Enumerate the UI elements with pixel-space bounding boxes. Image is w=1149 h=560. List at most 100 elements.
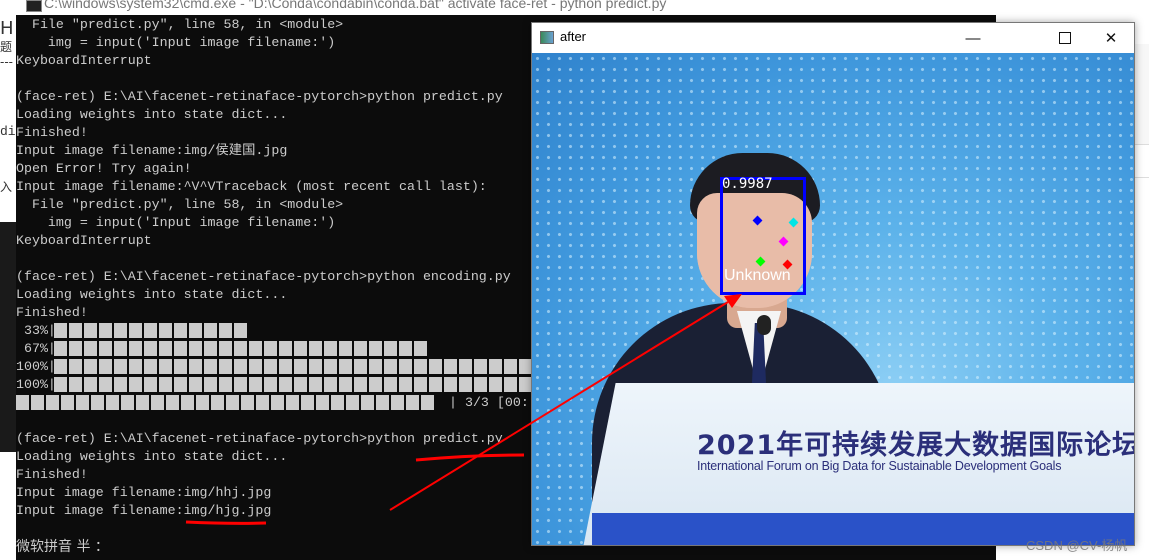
progress-block <box>339 341 352 356</box>
progress-block <box>69 323 82 338</box>
progress-block <box>136 395 149 410</box>
progress-block <box>99 323 112 338</box>
ime-status[interactable]: 微软拼音 半 ： <box>16 538 109 556</box>
progress-block <box>99 377 112 392</box>
podium-title-en: International Forum on Big Data for Sust… <box>697 459 1062 473</box>
cmd-title-bar[interactable]: C:\windows\system32\cmd.exe - "D:\Conda\… <box>16 0 996 16</box>
progress-block <box>414 341 427 356</box>
progress-block <box>234 377 247 392</box>
progress-block <box>189 377 202 392</box>
progress-block <box>354 377 367 392</box>
progress-block <box>474 377 487 392</box>
background-fragment: --- <box>0 55 13 69</box>
progress-block <box>204 323 217 338</box>
progress-block <box>69 359 82 374</box>
progress-block <box>219 323 232 338</box>
progress-block <box>391 395 404 410</box>
progress-block <box>84 323 97 338</box>
progress-block <box>369 377 382 392</box>
console-line: File "predict.py", line 58, in <module> <box>16 17 344 32</box>
progress-block <box>174 341 187 356</box>
progress-block <box>264 341 277 356</box>
progress-block <box>354 359 367 374</box>
progress-block <box>219 341 232 356</box>
console-line: KeyboardInterrupt <box>16 233 152 248</box>
progress-block <box>279 341 292 356</box>
progress-block <box>114 323 127 338</box>
maximize-button[interactable] <box>1042 23 1088 53</box>
cmd-icon <box>26 0 42 12</box>
image-window-title-bar[interactable]: after — ✕ <box>532 23 1134 53</box>
progress-block <box>159 323 172 338</box>
progress-block <box>166 395 179 410</box>
progress-block <box>189 323 202 338</box>
progress-block <box>181 395 194 410</box>
progress-block <box>504 359 517 374</box>
progress-bar <box>54 341 427 356</box>
progress-block <box>54 323 67 338</box>
console-line: Finished! <box>16 125 88 140</box>
progress-block <box>309 359 322 374</box>
progress-block <box>384 341 397 356</box>
total-progress-bar <box>16 395 434 410</box>
progress-block <box>399 359 412 374</box>
console-line: Loading weights into state dict... <box>16 449 288 464</box>
progress-block <box>114 359 127 374</box>
progress-label: 67%| <box>16 341 56 356</box>
progress-block <box>144 359 157 374</box>
progress-block <box>324 341 337 356</box>
console-line: img = input('Input image filename:') <box>16 215 336 230</box>
progress-block <box>354 341 367 356</box>
total-progress-text: | 3/3 [00: <box>449 395 529 410</box>
maximize-icon <box>1059 32 1071 44</box>
progress-block <box>159 377 172 392</box>
background-fragment: 入 <box>0 180 13 194</box>
minimize-button[interactable]: — <box>950 23 996 53</box>
progress-block <box>189 341 202 356</box>
progress-block <box>294 341 307 356</box>
progress-block <box>54 341 67 356</box>
progress-block <box>331 395 344 410</box>
progress-block <box>76 395 89 410</box>
progress-block <box>99 341 112 356</box>
close-button[interactable]: ✕ <box>1088 23 1134 53</box>
progress-block <box>264 359 277 374</box>
console-line: KeyboardInterrupt <box>16 53 152 68</box>
progress-block <box>346 395 359 410</box>
progress-block <box>69 341 82 356</box>
progress-block <box>151 395 164 410</box>
progress-block <box>429 377 442 392</box>
progress-block <box>204 341 217 356</box>
image-window-icon <box>540 31 554 44</box>
progress-block <box>234 341 247 356</box>
image-window-after[interactable]: after — ✕ 2021年可持续发展大数据国际论坛 Internationa… <box>531 22 1135 546</box>
podium-title-zh: 2021年可持续发展大数据国际论坛 <box>697 430 1134 461</box>
background-terminal <box>0 222 16 452</box>
progress-block <box>294 377 307 392</box>
progress-block <box>399 377 412 392</box>
progress-block <box>369 359 382 374</box>
progress-block <box>129 359 142 374</box>
progress-label: 100%| <box>16 359 56 374</box>
progress-block <box>129 323 142 338</box>
progress-block <box>301 395 314 410</box>
face-label: Unknown <box>724 267 791 284</box>
progress-block <box>159 341 172 356</box>
progress-block <box>114 377 127 392</box>
progress-block <box>99 359 112 374</box>
progress-bar <box>54 323 247 338</box>
progress-label: 33%| <box>16 323 56 338</box>
progress-block <box>189 359 202 374</box>
console-line: Loading weights into state dict... <box>16 287 288 302</box>
microphone <box>757 315 771 335</box>
progress-block <box>219 377 232 392</box>
console-line: (face-ret) E:\AI\facenet-retinaface-pyto… <box>16 431 503 446</box>
progress-block <box>204 377 217 392</box>
watermark: CSDN @CV-杨帆 <box>1026 538 1128 553</box>
progress-block <box>61 395 74 410</box>
progress-block <box>399 341 412 356</box>
progress-block <box>339 359 352 374</box>
progress-block <box>309 341 322 356</box>
progress-block <box>174 377 187 392</box>
progress-block <box>384 359 397 374</box>
